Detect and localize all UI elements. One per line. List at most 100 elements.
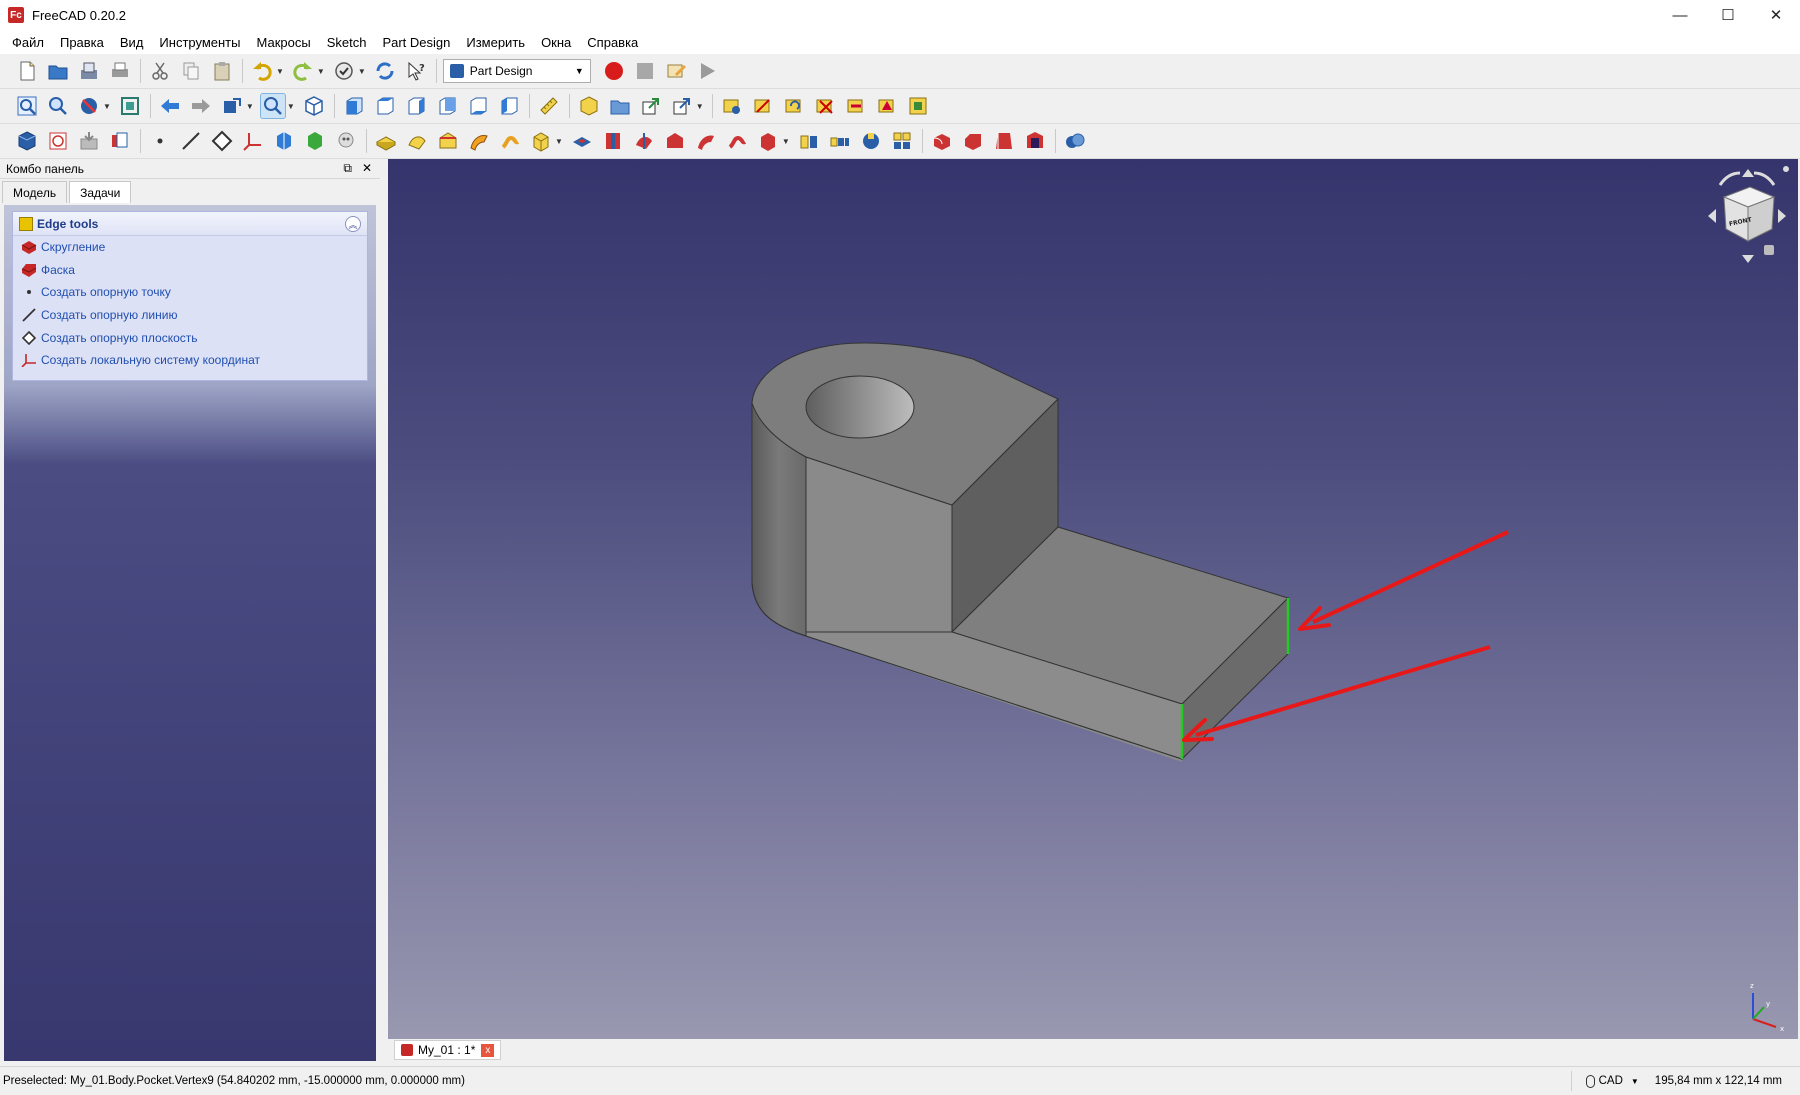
close-panel-icon[interactable]: ✕ <box>362 161 372 176</box>
close-document-icon[interactable]: x <box>481 1043 495 1057</box>
menu-file[interactable]: Файл <box>4 35 52 50</box>
maximize-button[interactable]: ☐ <box>1704 0 1752 30</box>
left-view-icon[interactable] <box>496 93 522 119</box>
redo-dropdown-arrow[interactable]: ▼ <box>317 67 325 76</box>
menu-part-design[interactable]: Part Design <box>374 35 458 50</box>
pocket-icon[interactable] <box>569 128 595 154</box>
float-panel-icon[interactable]: ⧉ <box>343 161 352 176</box>
menu-help[interactable]: Справка <box>579 35 646 50</box>
create-body-icon[interactable] <box>14 128 40 154</box>
subtractive-pipe-icon[interactable] <box>693 128 719 154</box>
tab-model[interactable]: Модель <box>2 181 68 203</box>
link-navigate-icon[interactable] <box>219 93 245 119</box>
pad-icon[interactable] <box>373 128 399 154</box>
additive-loft-icon[interactable] <box>435 128 461 154</box>
draft-icon[interactable] <box>991 128 1017 154</box>
subtractive-loft-icon[interactable] <box>662 128 688 154</box>
create-part-icon[interactable] <box>576 93 602 119</box>
redo-icon[interactable] <box>290 58 316 84</box>
task-datum-point[interactable]: Создать опорную точку <box>13 281 367 304</box>
multi-transform-icon[interactable] <box>889 128 915 154</box>
top-view-icon[interactable] <box>372 93 398 119</box>
hole-icon[interactable] <box>600 128 626 154</box>
shape-binder-icon[interactable] <box>107 128 133 154</box>
draw-style-dropdown-arrow[interactable]: ▼ <box>103 102 111 111</box>
fillet-icon[interactable] <box>929 128 955 154</box>
measure-linear-icon[interactable] <box>719 93 745 119</box>
polar-pattern-icon[interactable] <box>858 128 884 154</box>
additive-primitive-icon[interactable] <box>528 128 554 154</box>
shape-ghost-icon[interactable] <box>333 128 359 154</box>
close-window-button[interactable]: ✕ <box>1752 0 1800 30</box>
thickness-icon[interactable] <box>1022 128 1048 154</box>
fit-selection-icon[interactable] <box>45 93 71 119</box>
hole-opening[interactable] <box>805 375 915 439</box>
minimize-button[interactable]: — <box>1656 0 1704 30</box>
fit-all-icon[interactable] <box>14 93 40 119</box>
create-sketch-icon[interactable] <box>45 128 71 154</box>
collapse-icon[interactable]: ︽ <box>345 216 361 232</box>
edge-tools-header[interactable]: Edge tools ︽ <box>13 212 367 236</box>
zoom-dropdown-arrow[interactable]: ▼ <box>287 102 295 111</box>
linear-pattern-icon[interactable] <box>827 128 853 154</box>
tab-tasks[interactable]: Задачи <box>69 181 132 203</box>
boolean-icon[interactable] <box>1062 128 1088 154</box>
rear-view-icon[interactable] <box>434 93 460 119</box>
back-arrow-icon[interactable] <box>157 93 183 119</box>
task-chamfer[interactable]: Фаска <box>13 259 367 282</box>
save-button[interactable] <box>76 58 102 84</box>
undo-dropdown-arrow[interactable]: ▼ <box>276 67 284 76</box>
3d-view[interactable]: FRONT z x y <box>388 159 1798 1039</box>
part-model[interactable] <box>751 342 1290 762</box>
bottom-view-icon[interactable] <box>465 93 491 119</box>
copy-icon[interactable] <box>178 58 204 84</box>
print-button[interactable] <box>107 58 133 84</box>
groove-icon[interactable] <box>631 128 657 154</box>
sub-shape-binder-icon[interactable] <box>271 128 297 154</box>
datum-plane-icon[interactable] <box>209 128 235 154</box>
workbench-selector[interactable]: Part Design ▼ <box>442 59 591 83</box>
datum-line-icon[interactable] <box>178 128 204 154</box>
task-datum-plane[interactable]: Создать опорную плоскость <box>13 326 367 349</box>
macro-record-button[interactable] <box>601 58 627 84</box>
menu-windows[interactable]: Окна <box>533 35 579 50</box>
forward-arrow-icon[interactable] <box>188 93 214 119</box>
link-actions-dropdown-arrow[interactable]: ▼ <box>696 102 704 111</box>
create-group-icon[interactable] <box>607 93 633 119</box>
task-datum-line[interactable]: Создать опорную линию <box>13 304 367 327</box>
mirrored-icon[interactable] <box>796 128 822 154</box>
navigation-cube[interactable]: FRONT <box>1708 166 1789 263</box>
menu-edit[interactable]: Правка <box>52 35 112 50</box>
menu-view[interactable]: Вид <box>112 35 152 50</box>
link-actions-icon[interactable] <box>669 93 695 119</box>
datum-point-icon[interactable] <box>147 128 173 154</box>
macro-edit-button[interactable] <box>663 58 689 84</box>
measure-toggle-all-icon[interactable] <box>905 93 931 119</box>
zoom-box-icon[interactable] <box>259 93 286 119</box>
clone-icon[interactable] <box>302 128 328 154</box>
measure-clear-icon[interactable] <box>812 93 838 119</box>
menu-sketch[interactable]: Sketch <box>319 35 375 50</box>
make-link-icon[interactable] <box>638 93 664 119</box>
macro-stop-button[interactable] <box>632 58 658 84</box>
draw-style-icon[interactable] <box>76 93 102 119</box>
menu-measure[interactable]: Измерить <box>458 35 533 50</box>
task-fillet[interactable]: Скругление <box>13 236 367 259</box>
subtractive-primitive-icon[interactable] <box>755 128 781 154</box>
chamfer-icon[interactable] <box>960 128 986 154</box>
whats-this-icon[interactable]: ? <box>403 58 429 84</box>
panel-splitter[interactable] <box>380 159 388 1061</box>
measure-toggle-delta-icon[interactable] <box>874 93 900 119</box>
document-tab[interactable]: My_01 : 1* x <box>394 1040 502 1060</box>
refresh-check-icon[interactable] <box>331 58 357 84</box>
validate-sketch-icon[interactable] <box>76 128 102 154</box>
menu-tools[interactable]: Инструменты <box>151 35 248 50</box>
subtractive-helix-icon[interactable] <box>724 128 750 154</box>
macro-run-button[interactable] <box>694 58 720 84</box>
bounding-box-icon[interactable] <box>117 93 143 119</box>
measure-toggle-3d-icon[interactable] <box>843 93 869 119</box>
right-view-icon[interactable] <box>403 93 429 119</box>
check-dropdown-arrow[interactable]: ▼ <box>358 67 366 76</box>
menu-macros[interactable]: Макросы <box>248 35 318 50</box>
front-view-icon[interactable] <box>341 93 367 119</box>
